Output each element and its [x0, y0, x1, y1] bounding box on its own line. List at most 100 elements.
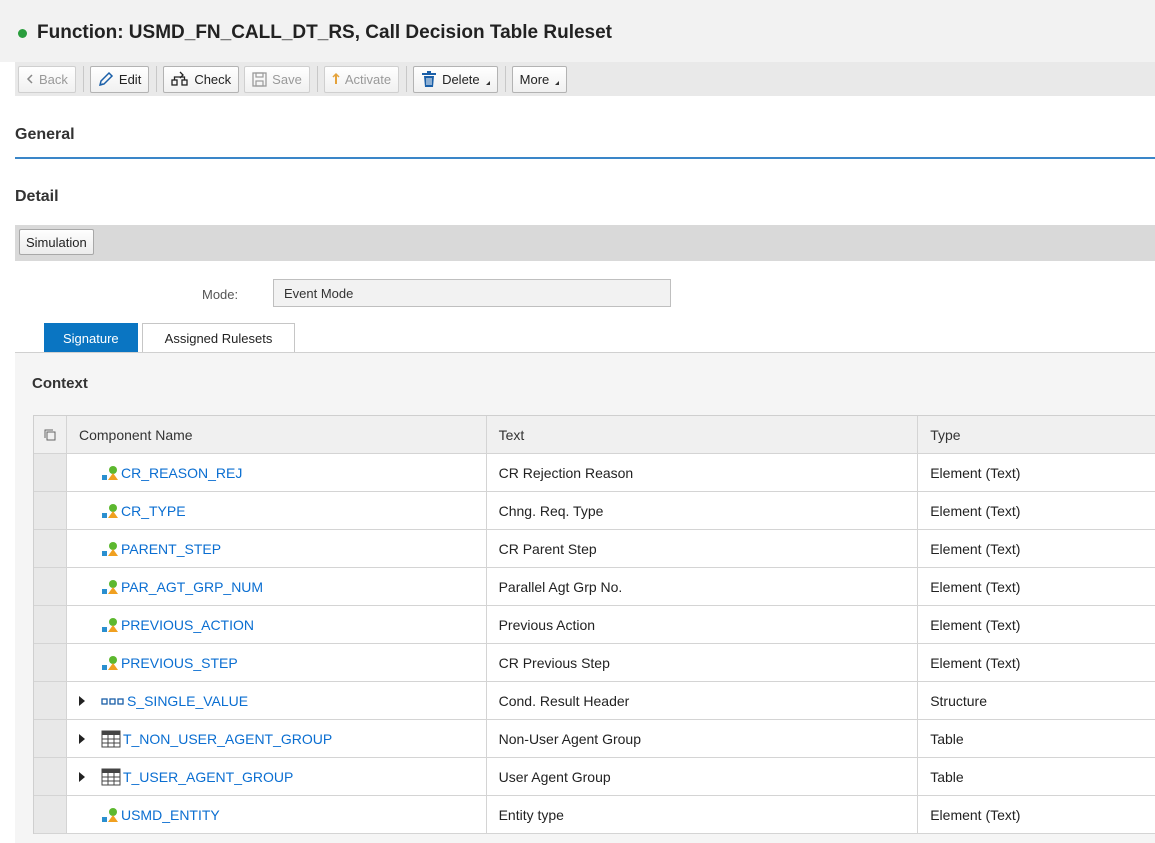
row-selector[interactable] [34, 606, 67, 643]
type-cell: Element (Text) [918, 644, 1155, 681]
detail-toolbar: Simulation [15, 225, 1155, 261]
tab-strip: Signature Assigned Rulesets [44, 323, 296, 353]
chevron-left-icon [26, 74, 34, 84]
activate-icon [332, 72, 340, 86]
component-name-link[interactable]: PARENT_STEP [121, 541, 221, 557]
save-button[interactable]: Save [244, 65, 310, 93]
context-title: Context [32, 375, 88, 392]
toolbar-separator [406, 66, 408, 92]
component-name-cell: CR_TYPE [66, 492, 487, 529]
context-table: Component Name Text Type CR_REASON_REJ CR… [33, 415, 1155, 834]
text-cell: CR Parent Step [486, 530, 919, 567]
detail-section-header[interactable]: Detail [15, 188, 1155, 206]
expand-arrow-icon[interactable] [78, 771, 93, 782]
text-cell: User Agent Group [486, 758, 919, 795]
activate-button-label: Activate [344, 71, 392, 87]
table-row[interactable]: PREVIOUS_STEP CR Previous Step Element (Te… [34, 644, 1155, 682]
type-cell: Table [918, 720, 1155, 757]
edit-button-label: Edit [118, 71, 142, 87]
type-cell: Table [918, 758, 1155, 795]
row-selector[interactable] [34, 644, 67, 681]
type-cell: Element (Text) [918, 796, 1155, 833]
element-icon [101, 617, 119, 633]
active-status-icon [18, 28, 27, 38]
row-selector[interactable] [34, 454, 67, 491]
table-header-row: Component Name Text Type [34, 416, 1155, 454]
activate-button[interactable]: Activate [323, 65, 400, 93]
row-selector[interactable] [34, 568, 67, 605]
component-name-link[interactable]: USMD_ENTITY [121, 807, 220, 823]
column-header-text[interactable]: Text [486, 416, 919, 453]
text-cell: Non-User Agent Group [486, 720, 919, 757]
element-icon [101, 579, 119, 595]
row-selector[interactable] [34, 682, 67, 719]
table-row[interactable]: USMD_ENTITY Entity type Element (Text) [34, 796, 1155, 834]
table-row[interactable]: T_NON_USER_AGENT_GROUP Non-User Agent Gro… [34, 720, 1155, 758]
simulation-button[interactable]: Simulation [19, 229, 94, 255]
delete-button[interactable]: Delete [413, 65, 498, 93]
component-name-link[interactable]: T_USER_AGENT_GROUP [123, 769, 293, 785]
component-name-link[interactable]: PREVIOUS_ACTION [121, 617, 254, 633]
text-cell: Cond. Result Header [486, 682, 919, 719]
row-selector[interactable] [34, 720, 67, 757]
delete-button-label: Delete [442, 71, 480, 87]
component-name-cell: PAR_AGT_GRP_NUM [66, 568, 487, 605]
tab-assigned-rulesets[interactable]: Assigned Rulesets [141, 323, 296, 353]
text-cell: Previous Action [486, 606, 919, 643]
table-row[interactable]: T_USER_AGENT_GROUP User Agent Group Table [34, 758, 1155, 796]
table-row[interactable]: PARENT_STEP CR Parent Step Element (Text) [34, 530, 1155, 568]
pencil-icon [98, 71, 114, 87]
component-name-cell: USMD_ENTITY [66, 796, 487, 833]
row-selector[interactable] [34, 758, 67, 795]
row-selector[interactable] [34, 492, 67, 529]
component-name-cell: PARENT_STEP [66, 530, 487, 567]
component-name-link[interactable]: CR_REASON_REJ [121, 465, 242, 481]
component-name-link[interactable]: PAR_AGT_GRP_NUM [121, 579, 263, 595]
toolbar-separator [156, 66, 158, 92]
table-row[interactable]: PREVIOUS_ACTION Previous Action Element (T… [34, 606, 1155, 644]
back-button-label: Back [39, 71, 68, 87]
toolbar-separator [316, 66, 318, 92]
tab-signature[interactable]: Signature [44, 323, 138, 353]
type-cell: Element (Text) [918, 454, 1155, 491]
more-button[interactable]: More [511, 65, 568, 93]
dropdown-indicator-icon [485, 81, 490, 85]
component-name-cell: T_USER_AGENT_GROUP [66, 758, 487, 795]
component-name-link[interactable]: T_NON_USER_AGENT_GROUP [123, 731, 332, 747]
dropdown-indicator-icon [555, 81, 560, 85]
check-button[interactable]: Check [163, 65, 240, 93]
table-row[interactable]: CR_REASON_REJ CR Rejection Reason Element … [34, 454, 1155, 492]
structure-icon [101, 693, 125, 709]
table-row[interactable]: CR_TYPE Chng. Req. Type Element (Text) [34, 492, 1155, 530]
row-selector[interactable] [34, 796, 67, 833]
toolbar: Back Edit Check Save Activate Delete Mor… [15, 62, 1155, 96]
text-cell: Chng. Req. Type [486, 492, 919, 529]
edit-button[interactable]: Edit [89, 65, 150, 93]
component-name-cell: CR_REASON_REJ [66, 454, 487, 491]
general-section-header[interactable]: General [15, 126, 1155, 144]
table-row[interactable]: PAR_AGT_GRP_NUM Parallel Agt Grp No. Eleme… [34, 568, 1155, 606]
component-name-link[interactable]: CR_TYPE [121, 503, 186, 519]
text-cell: Entity type [486, 796, 919, 833]
column-header-component-name[interactable]: Component Name [66, 416, 487, 453]
table-row[interactable]: S_SINGLE_VALUE Cond. Result Header Structu… [34, 682, 1155, 720]
check-hierarchy-icon [171, 71, 189, 87]
row-selector[interactable] [34, 530, 67, 567]
component-name-link[interactable]: S_SINGLE_VALUE [127, 693, 248, 709]
element-icon [101, 465, 119, 481]
component-name-cell: T_NON_USER_AGENT_GROUP [66, 720, 487, 757]
check-button-label: Check [194, 71, 232, 87]
column-header-type[interactable]: Type [918, 416, 1155, 453]
mode-field: Event Mode [273, 279, 671, 307]
type-cell: Element (Text) [918, 492, 1155, 529]
type-cell: Element (Text) [918, 568, 1155, 605]
component-name-link[interactable]: PREVIOUS_STEP [121, 655, 238, 671]
toolbar-separator [82, 66, 84, 92]
expand-arrow-icon[interactable] [78, 733, 93, 744]
expand-arrow-icon[interactable] [78, 695, 93, 706]
back-button[interactable]: Back [18, 65, 76, 93]
element-icon [101, 541, 119, 557]
mode-label: Mode: [202, 287, 239, 302]
component-name-cell: PREVIOUS_ACTION [66, 606, 487, 643]
select-all-icon[interactable] [34, 416, 67, 453]
